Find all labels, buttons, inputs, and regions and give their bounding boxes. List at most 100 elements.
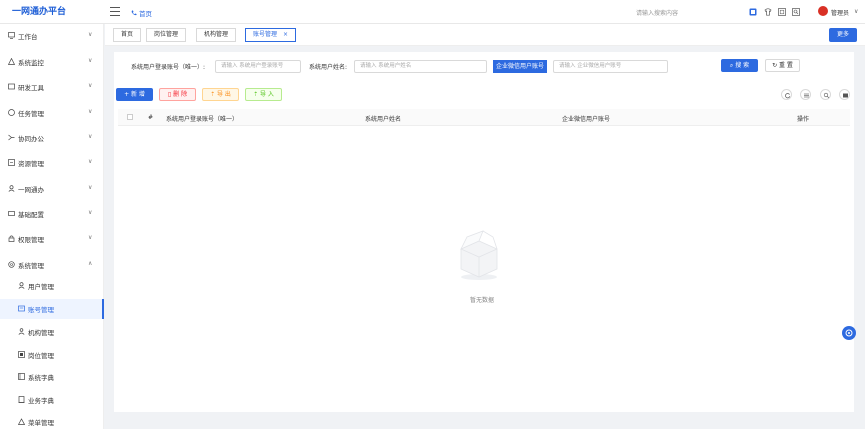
sidebar-subitem-label: 菜单管理 xyxy=(28,419,54,427)
main-content: 系统用户登录账号（唯一）: 请输入 系统用户登录账号 系统用户姓名: 请输入 系… xyxy=(114,52,854,412)
density-icon[interactable] xyxy=(800,89,811,100)
refresh-icon: ↻ xyxy=(772,62,778,69)
sidebar-item-workbench[interactable]: 工作台 ∨ xyxy=(0,28,104,44)
sidebar-item-collaboration[interactable]: 协同办公 ∨ xyxy=(0,130,104,146)
refresh-circle-button[interactable] xyxy=(781,89,792,100)
hamburger-menu-icon[interactable] xyxy=(110,7,120,16)
add-button[interactable]: + 新 增 xyxy=(116,88,153,101)
column-settings-icon[interactable] xyxy=(839,89,850,100)
sidebar-item-system-management[interactable]: 系统管理 ∧ xyxy=(0,257,104,273)
search-button[interactable]: ⌕ 搜 索 xyxy=(721,59,758,72)
id-card-icon xyxy=(18,305,25,312)
search-toggle-icon[interactable] xyxy=(820,89,831,100)
chevron-down-icon: ∨ xyxy=(88,158,93,165)
sidebar-item-task-management[interactable]: 任务管理 ∨ xyxy=(0,105,104,121)
sidebar-item-label: 资源管理 xyxy=(18,160,44,168)
sidebar-item-permission[interactable]: 权限管理 ∨ xyxy=(0,231,104,247)
home-link-label: 首页 xyxy=(139,10,152,18)
delete-button-label: 删 除 xyxy=(173,91,188,98)
dict-icon xyxy=(18,373,25,380)
sidebar-subitem-system-dict[interactable]: 系统字典 xyxy=(0,367,104,387)
chevron-down-icon: ∨ xyxy=(88,31,93,38)
phone-icon xyxy=(131,10,137,16)
delete-button[interactable]: ▯ 删 除 xyxy=(159,88,196,101)
user-icon xyxy=(8,185,15,192)
sidebar-subitem-business-dict[interactable]: 业务字典 xyxy=(0,390,104,410)
sidebar-item-label: 一网通办 xyxy=(18,186,44,194)
gear-icon xyxy=(8,261,15,268)
column-index: # xyxy=(148,114,154,121)
tabs-bar: 首页 岗位管理 机构管理 账号管理 × xyxy=(105,24,865,46)
org-icon xyxy=(18,328,25,335)
tab-post-management[interactable]: 岗位管理 xyxy=(146,28,187,42)
chevron-up-icon: ∧ xyxy=(88,260,93,267)
tab-org-management[interactable]: 机构管理 xyxy=(196,28,237,42)
sidebar-subitem-label: 机构管理 xyxy=(28,329,54,337)
chevron-down-icon: ∨ xyxy=(88,184,93,191)
sidebar-item-label: 任务管理 xyxy=(18,110,44,118)
sidebar-item-label: 协同办公 xyxy=(18,135,44,143)
shirt-icon[interactable] xyxy=(764,8,772,16)
chevron-down-icon[interactable]: ∨ xyxy=(854,8,858,15)
column-login-account: 系统用户登录账号（唯一） xyxy=(166,116,239,123)
sidebar-subitem-user-management[interactable]: 用户管理 xyxy=(0,276,104,296)
sidebar-item-resource-management[interactable]: 资源管理 ∨ xyxy=(0,155,104,171)
wechat-account-input[interactable]: 请输入 企业微信用户账号 xyxy=(553,60,668,73)
empty-box-icon xyxy=(453,227,505,289)
book-icon xyxy=(18,396,25,403)
tab-home[interactable]: 首页 xyxy=(113,28,142,42)
column-wechat-account: 企业微信用户账号 xyxy=(562,116,611,123)
sidebar-item-label: 工作台 xyxy=(18,33,38,41)
close-icon[interactable]: × xyxy=(283,31,288,38)
sidebar-subitem-label: 业务字典 xyxy=(28,397,54,405)
more-button[interactable]: 更多 xyxy=(829,28,857,42)
resource-icon xyxy=(8,159,15,166)
sidebar-item-one-network[interactable]: 一网通办 ∨ xyxy=(0,181,104,197)
wechat-account-label: 企业微信用户账号 xyxy=(493,60,548,73)
reset-button[interactable]: ↻ 重 置 xyxy=(765,59,800,72)
sidebar-item-label: 基础配置 xyxy=(18,211,44,219)
avatar[interactable] xyxy=(818,6,828,16)
sidebar: 工作台 ∨ 系统监控 ∨ 研发工具 ∨ 任务管理 ∨ 协同办公 ∨ 资源管理 ∨… xyxy=(0,24,104,429)
floating-action-button[interactable] xyxy=(842,326,856,340)
export-icon: ⇡ xyxy=(210,91,216,98)
top-search-input[interactable]: 请输入搜索内容 xyxy=(636,8,678,17)
select-all-checkbox[interactable] xyxy=(127,114,133,120)
import-button[interactable]: ⇡ 导 入 xyxy=(245,88,282,101)
user-name-input[interactable]: 请输入 系统用户姓名 xyxy=(354,60,487,73)
sidebar-subitem-post-management[interactable]: 岗位管理 xyxy=(0,345,104,365)
post-icon xyxy=(18,351,25,358)
fullscreen-icon[interactable] xyxy=(778,8,786,16)
home-link[interactable]: 首页 xyxy=(131,8,152,18)
search-icon: ⌕ xyxy=(729,62,734,69)
sidebar-item-label: 系统监控 xyxy=(18,59,44,67)
tab-account-management[interactable]: 账号管理 × xyxy=(245,28,296,42)
sidebar-item-label: 系统管理 xyxy=(18,262,44,270)
login-account-input[interactable]: 请输入 系统用户登录账号 xyxy=(215,60,301,73)
task-icon xyxy=(8,109,15,116)
user-name[interactable]: 管理员 xyxy=(831,8,849,17)
chevron-down-icon: ∨ xyxy=(88,108,93,115)
sidebar-item-dev-tools[interactable]: 研发工具 ∨ xyxy=(0,79,104,95)
chevron-down-icon: ∨ xyxy=(88,57,93,64)
image-icon[interactable] xyxy=(749,8,757,16)
table-header: # 系统用户登录账号（唯一） 系统用户姓名 企业微信用户账号 操作 xyxy=(118,109,850,126)
sidebar-item-basic-config[interactable]: 基础配置 ∨ xyxy=(0,206,104,222)
menu-icon xyxy=(17,418,26,425)
chevron-down-icon: ∨ xyxy=(88,209,93,216)
sidebar-subitem-org-management[interactable]: 机构管理 xyxy=(0,322,104,342)
sidebar-item-system-monitor[interactable]: 系统监控 ∨ xyxy=(0,54,104,70)
sidebar-subitem-label: 账号管理 xyxy=(28,306,54,314)
user-name-label: 系统用户姓名: xyxy=(309,64,348,71)
export-button[interactable]: ⇡ 导 出 xyxy=(202,88,239,101)
chevron-down-icon: ∨ xyxy=(88,234,93,241)
login-account-label: 系统用户登录账号（唯一）: xyxy=(131,64,206,71)
search-box-icon[interactable] xyxy=(792,8,800,16)
sidebar-subitem-menu-management[interactable]: 菜单管理 xyxy=(0,412,104,429)
monitor-icon xyxy=(8,32,15,39)
empty-state-text: 暂无数据 xyxy=(470,297,495,304)
config-icon xyxy=(8,210,15,217)
chevron-down-icon: ∨ xyxy=(88,82,93,89)
sidebar-subitem-account-management[interactable]: 账号管理 xyxy=(0,299,104,319)
top-bar: 一网通办平台 首页 请输入搜索内容 管理员 ∨ xyxy=(0,0,865,24)
